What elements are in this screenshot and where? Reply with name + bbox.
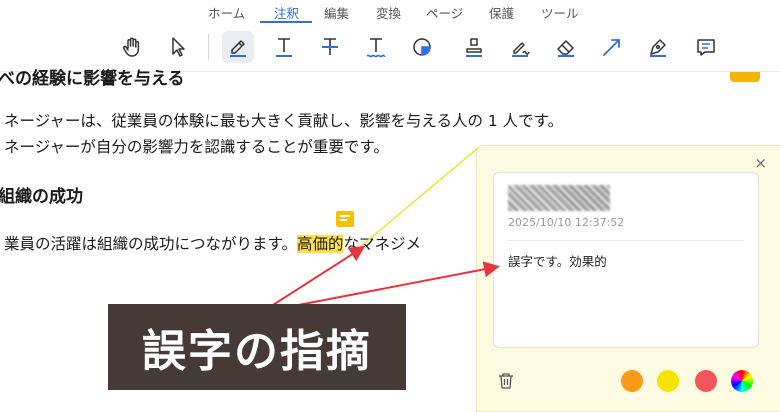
pen-icon[interactable] <box>642 31 674 63</box>
tab-tools[interactable]: ツール <box>541 3 579 22</box>
body-text: 業員の活躍は組織の成功につながります。 <box>4 235 297 253</box>
color-swatch-orange[interactable] <box>621 370 643 392</box>
tab-home[interactable]: ホーム <box>208 3 245 22</box>
ribbon-tabs: ホーム 注釈 編集 変換 ページ 保護 ツール <box>0 0 780 24</box>
callout-label: 誤字の指摘 <box>142 326 372 377</box>
tab-annotate[interactable]: 注釈 <box>274 3 299 22</box>
color-swatch-red[interactable] <box>695 370 717 392</box>
callout-box: 誤字の指摘 <box>108 304 406 390</box>
trash-icon[interactable] <box>497 372 515 390</box>
active-tab-indicator <box>260 21 312 23</box>
comment-timestamp: 2025/10/10 12:37:52 <box>508 216 625 229</box>
comment-text[interactable]: 誤字です。効果的 <box>508 251 607 270</box>
signature-icon[interactable] <box>504 31 536 63</box>
highlight-pen-icon[interactable] <box>222 31 254 63</box>
close-button[interactable]: × <box>754 154 767 172</box>
section-heading: べの経験に影響を与える <box>0 69 185 89</box>
body-text-line: 業員の活躍は組織の成功につながります。高価的なマネジメ <box>4 232 421 254</box>
highlighted-text[interactable]: 高価的 <box>296 235 344 253</box>
hand-icon[interactable] <box>116 31 148 63</box>
card-divider <box>508 240 744 241</box>
comment-panel: × 2025/10/10 12:37:52 誤字です。効果的 <box>476 145 780 412</box>
comment-card[interactable]: 2025/10/10 12:37:52 誤字です。効果的 <box>493 172 759 348</box>
squiggly-text-icon[interactable] <box>360 31 392 63</box>
body-text-line: ネージャーが自分の影響力を認識することが重要です。 <box>4 138 389 156</box>
stamp-icon[interactable] <box>458 31 490 63</box>
toolbar-separator <box>208 34 209 60</box>
comment-marker[interactable] <box>730 72 760 82</box>
comment-marker[interactable] <box>336 211 354 227</box>
tab-page[interactable]: ページ <box>426 3 463 22</box>
author-name-blurred <box>508 185 610 211</box>
eraser-icon[interactable] <box>550 31 582 63</box>
comment-icon[interactable] <box>690 31 722 63</box>
arrow-line-icon[interactable] <box>596 31 628 63</box>
tab-edit[interactable]: 編集 <box>324 3 349 22</box>
tab-convert[interactable]: 変換 <box>376 3 401 22</box>
pointer-icon[interactable] <box>162 31 194 63</box>
underline-text-icon[interactable] <box>268 31 300 63</box>
section-heading: 組織の成功 <box>0 187 83 207</box>
color-swatch-yellow[interactable] <box>657 370 679 392</box>
tab-protect[interactable]: 保護 <box>489 3 514 22</box>
strikethrough-text-icon[interactable] <box>314 31 346 63</box>
color-picker-icon[interactable] <box>731 370 753 392</box>
shape-icon[interactable] <box>406 31 438 63</box>
body-text-line: ネージャーは、従業員の体験に最も大きく貢献し、影響を与える人の 1 人です。 <box>4 112 564 130</box>
body-text: なマネジメ <box>343 235 421 253</box>
